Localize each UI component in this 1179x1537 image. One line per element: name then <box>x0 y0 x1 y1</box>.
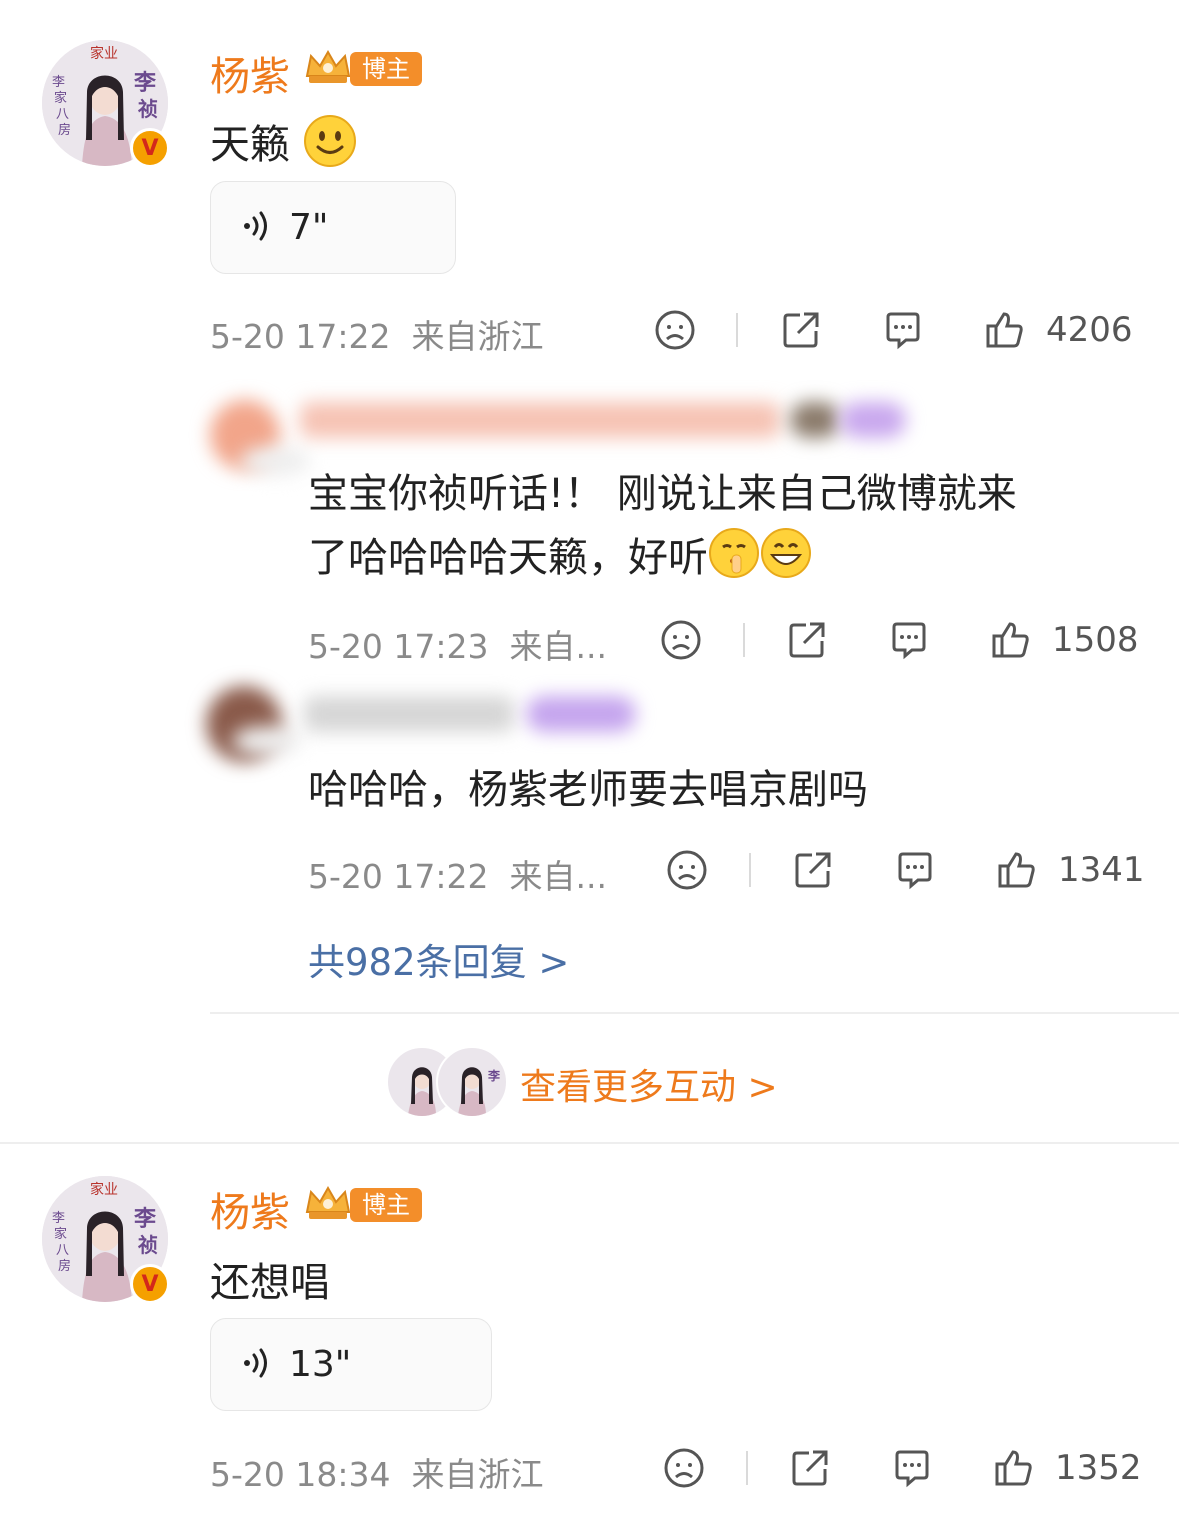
like-icon[interactable] <box>996 849 1038 891</box>
svg-text:祯: 祯 <box>137 1233 158 1257</box>
comment-meta: 5-20 17:22 来自浙江 <box>210 317 544 356</box>
reply-badge-blurred <box>526 696 636 732</box>
comment-icon[interactable] <box>882 309 924 351</box>
svg-text:李: 李 <box>52 75 65 90</box>
comment-icon[interactable] <box>894 849 936 891</box>
comment-meta: 5-20 18:34 来自浙江 <box>210 1455 544 1494</box>
avatar-text-top: 家业 <box>90 45 118 62</box>
like-count: 1508 <box>1052 620 1139 660</box>
verified-badge-icon: V <box>130 1264 170 1304</box>
dislike-icon[interactable] <box>663 1447 705 1489</box>
divider <box>736 313 738 347</box>
comment-text: 天籁 <box>210 112 357 170</box>
voice-message[interactable]: 7" <box>210 181 456 274</box>
divider <box>746 1451 748 1485</box>
like-count: 1352 <box>1055 1448 1142 1488</box>
comment-text: 还想唱 <box>210 1260 330 1306</box>
reply-avatar-badge <box>240 446 310 476</box>
reply-text: 宝宝你祯听话!！ 刚说让来自己微博就来 了哈哈哈哈天籁，好听 <box>308 471 1017 581</box>
author-name[interactable]: 杨紫 <box>210 1180 290 1238</box>
smile-emoji-icon <box>303 114 357 168</box>
reply-meta: 5-20 17:23 来自... <box>308 627 607 666</box>
svg-text:李: 李 <box>133 1206 157 1232</box>
share-icon[interactable] <box>780 309 822 351</box>
svg-text:家: 家 <box>54 90 67 106</box>
view-more-interactions-link[interactable]: 查看更多互动 > <box>520 1058 778 1110</box>
svg-text:房: 房 <box>58 1258 71 1274</box>
voice-wave-icon <box>239 208 275 248</box>
divider <box>210 1012 1179 1014</box>
svg-text:李: 李 <box>133 70 157 96</box>
voice-duration: 13" <box>289 1344 352 1385</box>
like-count: 4206 <box>1046 310 1133 350</box>
reply-badge-blurred-2 <box>840 402 906 438</box>
comment-icon[interactable] <box>891 1447 933 1489</box>
dislike-icon[interactable] <box>654 309 696 351</box>
svg-text:八: 八 <box>56 107 69 122</box>
voice-message[interactable]: 13" <box>210 1318 492 1411</box>
like-icon[interactable] <box>990 619 1032 661</box>
reply-username-blurred[interactable] <box>300 402 780 438</box>
like-icon[interactable] <box>993 1447 1035 1489</box>
blogger-badge: 博主 <box>350 52 422 86</box>
author-name[interactable]: 杨紫 <box>210 44 290 102</box>
svg-text:李: 李 <box>487 1068 501 1083</box>
reply-meta: 5-20 17:22 来自... <box>308 857 607 896</box>
crown-icon <box>303 1182 353 1222</box>
crown-icon <box>303 46 353 86</box>
view-all-replies-link[interactable]: 共982条回复 > <box>308 932 569 986</box>
like-icon[interactable] <box>984 309 1026 351</box>
reply-text: 哈哈哈，杨紫老师要去唱京剧吗 <box>308 767 868 813</box>
dislike-icon[interactable] <box>666 849 708 891</box>
interaction-avatar: 李 <box>436 1046 508 1118</box>
reply-avatar-badge <box>232 726 302 756</box>
divider <box>749 853 751 887</box>
shush-emoji-icon <box>708 527 760 579</box>
verified-badge-icon: V <box>130 128 170 168</box>
comment-icon[interactable] <box>888 619 930 661</box>
svg-text:家: 家 <box>54 1226 67 1242</box>
grin-emoji-icon <box>760 527 812 579</box>
svg-text:房: 房 <box>58 122 71 138</box>
voice-wave-icon <box>239 1345 275 1385</box>
divider <box>743 623 745 657</box>
blogger-badge: 博主 <box>350 1188 422 1222</box>
dislike-icon[interactable] <box>660 619 702 661</box>
share-icon[interactable] <box>789 1447 831 1489</box>
voice-duration: 7" <box>289 207 329 248</box>
reply-username-blurred[interactable] <box>304 696 514 732</box>
svg-text:八: 八 <box>56 1243 69 1258</box>
divider <box>0 1142 1179 1144</box>
avatar-text-top: 家业 <box>90 1181 118 1198</box>
like-count: 1341 <box>1058 850 1145 890</box>
svg-text:祯: 祯 <box>137 97 158 121</box>
svg-text:李: 李 <box>52 1211 65 1226</box>
share-icon[interactable] <box>786 619 828 661</box>
reply-badge-blurred <box>790 402 840 438</box>
share-icon[interactable] <box>792 849 834 891</box>
